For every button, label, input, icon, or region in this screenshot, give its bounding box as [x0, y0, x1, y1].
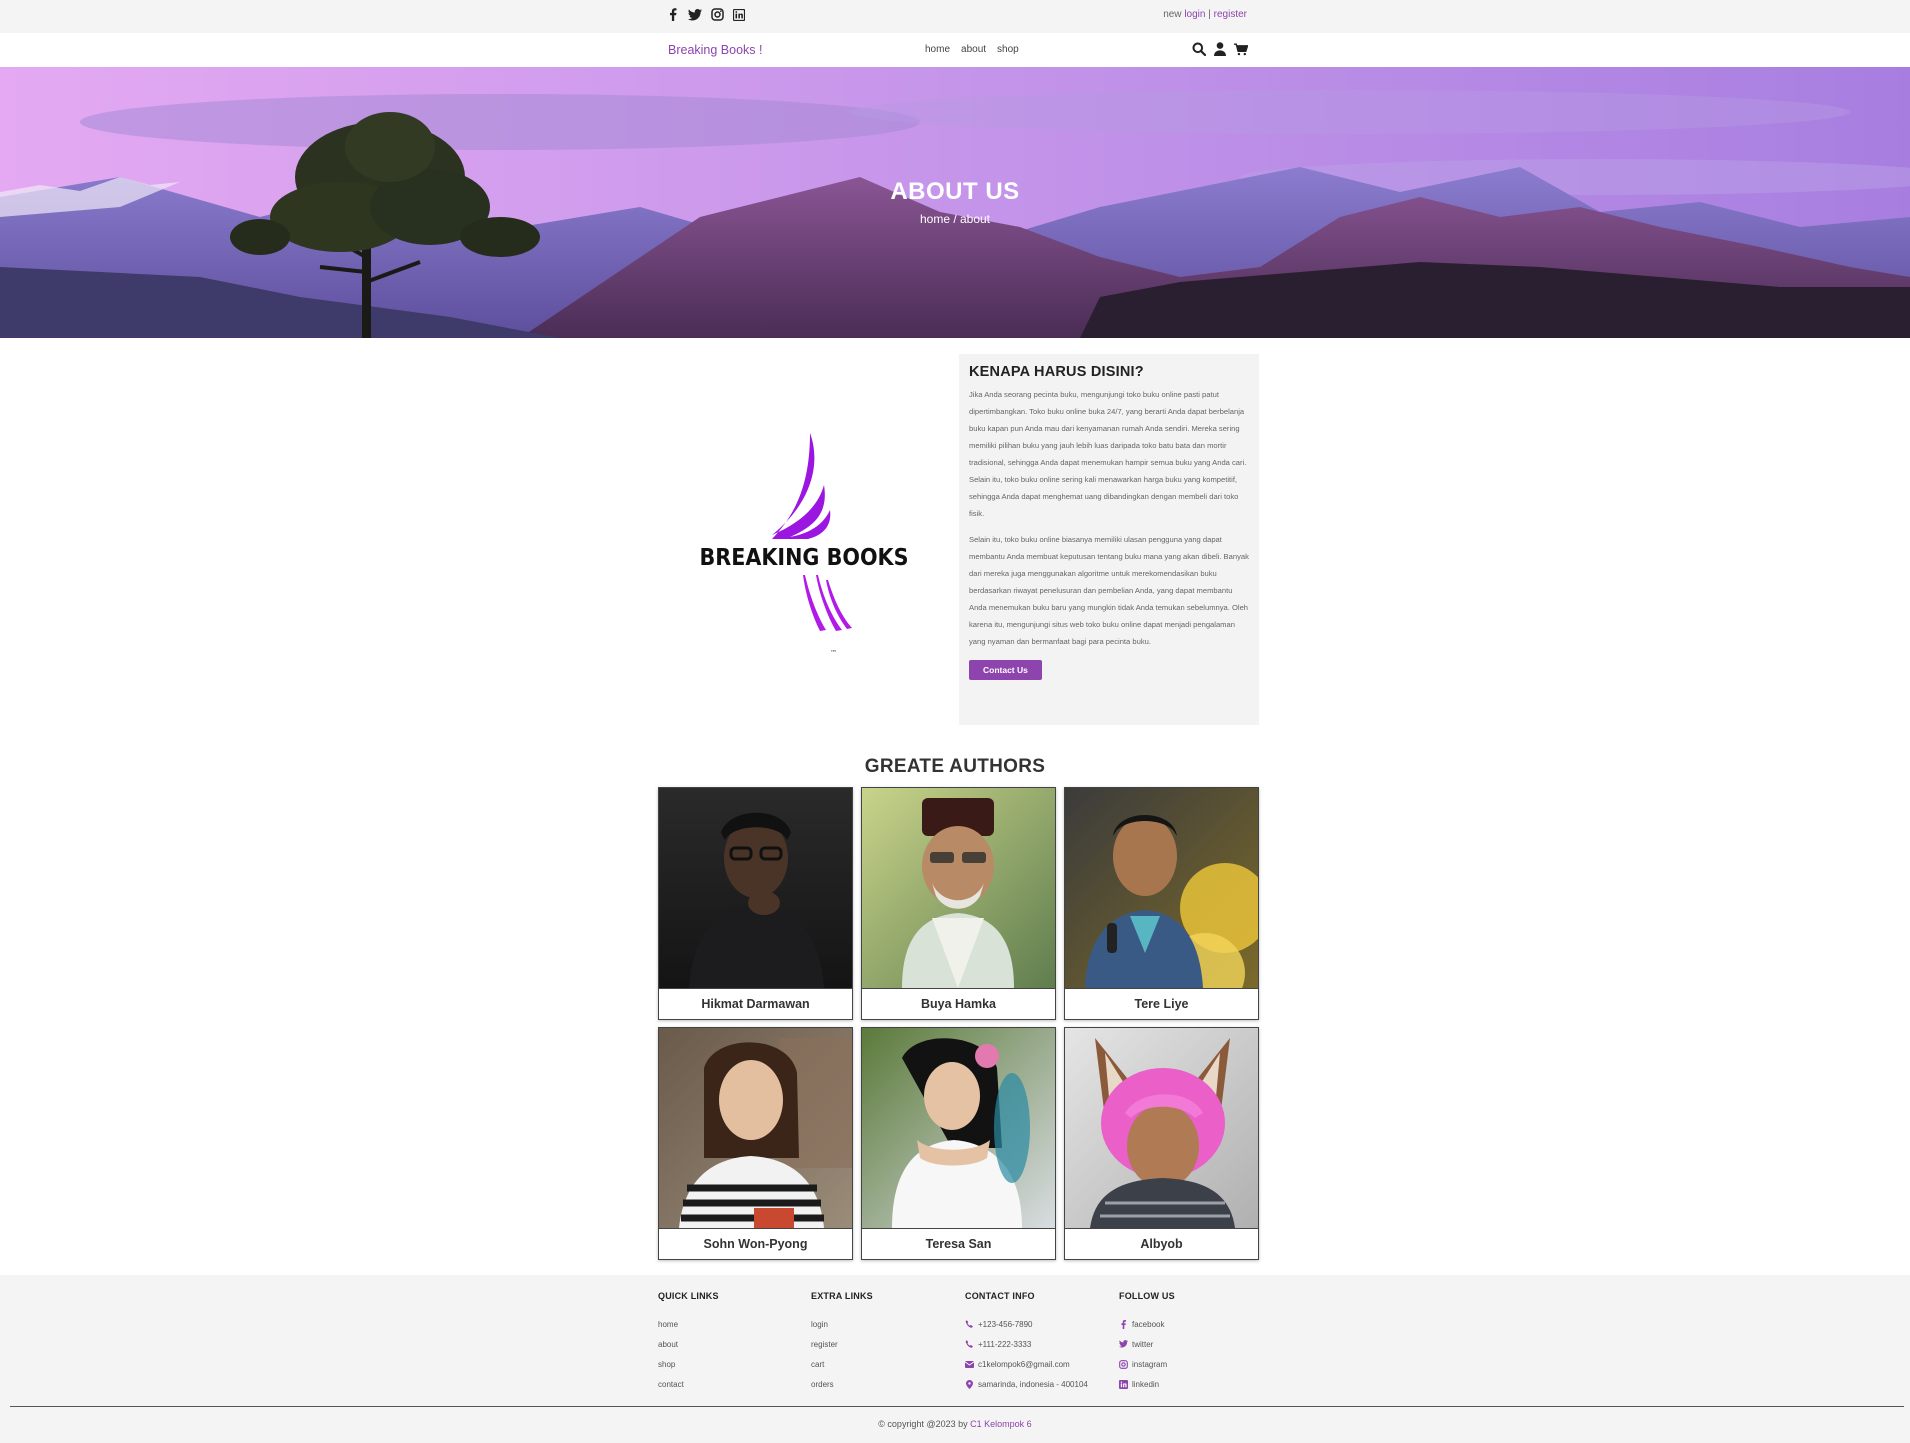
author-photo [862, 788, 1055, 988]
author-photo [659, 1028, 852, 1228]
author-name: Sohn Won-Pyong [659, 1228, 852, 1259]
footer-contact-info: CONTACT INFO +123-456-7890 +111-222-3333… [965, 1291, 1135, 1394]
footer-link-home[interactable]: home [658, 1314, 808, 1334]
why-us-heading: KENAPA HARUS DISINI? [969, 364, 1144, 380]
author-card[interactable]: Teresa San [861, 1027, 1056, 1260]
footer-link-cart[interactable]: cart [811, 1354, 961, 1374]
footer: QUICK LINKS home about shop contact EXTR… [0, 1275, 1910, 1443]
author-photo [1065, 1028, 1258, 1228]
phone-icon [965, 1339, 974, 1349]
footer-twitter[interactable]: twitter [1119, 1334, 1269, 1354]
author-card[interactable]: Albyob [1064, 1027, 1259, 1260]
footer-link-login[interactable]: login [811, 1314, 961, 1334]
footer-phone-1[interactable]: +123-456-7890 [965, 1314, 1135, 1334]
author-name: Buya Hamka [862, 988, 1055, 1019]
footer-address[interactable]: samarinda, indonesia - 400104 [965, 1374, 1135, 1394]
logo-text: BREAKING BOOKS [700, 545, 908, 571]
why-us-paragraph-1: Jika Anda seorang pecinta buku, mengunju… [969, 390, 1247, 518]
footer-link-register[interactable]: register [811, 1334, 961, 1354]
footer-follow-us: FOLLOW US facebook twitter instagram lin… [1119, 1291, 1269, 1394]
copyright-owner[interactable]: C1 Kelompok 6 [970, 1419, 1032, 1429]
author-photo [862, 1028, 1055, 1228]
footer-quick-links: QUICK LINKS home about shop contact [658, 1291, 808, 1394]
address-text: samarinda, indonesia - 400104 [978, 1379, 1088, 1389]
footer-extra-links: EXTRA LINKS login register cart orders [811, 1291, 961, 1394]
author-name: Hikmat Darmawan [659, 988, 852, 1019]
footer-heading: QUICK LINKS [658, 1291, 719, 1301]
email-text: c1kelompok6@gmail.com [978, 1359, 1070, 1369]
footer-email[interactable]: c1kelompok6@gmail.com [965, 1354, 1135, 1374]
twitter-icon[interactable] [688, 7, 702, 22]
linkedin-icon[interactable] [732, 7, 746, 22]
linkedin-text: linkedin [1132, 1379, 1160, 1389]
hero-banner: ABOUT US home / about [0, 67, 1910, 338]
footer-link-orders[interactable]: orders [811, 1374, 961, 1394]
top-bar: new login | register [0, 0, 1910, 33]
copyright-text: © copyright @2023 by [878, 1419, 968, 1429]
login-link[interactable]: login [1184, 9, 1205, 20]
nav-icons [1192, 42, 1248, 56]
authors-heading: GREATE AUTHORS [864, 756, 1046, 777]
auth-separator: | [1208, 9, 1211, 20]
why-us-paragraph-2: Selain itu, toko buku online biasanya me… [969, 535, 1249, 646]
linkedin-icon [1119, 1379, 1128, 1389]
author-name: Tere Liye [1065, 988, 1258, 1019]
twitter-text: twitter [1132, 1339, 1154, 1349]
nav-about[interactable]: about [961, 44, 986, 55]
phone-text: +111-222-3333 [978, 1339, 1032, 1349]
map-marker-icon [965, 1379, 974, 1389]
footer-heading: CONTACT INFO [965, 1291, 1035, 1301]
logo-wing-icon: BREAKING BOOKS ™ [700, 433, 908, 657]
page-title: ABOUT US [890, 178, 1020, 205]
author-name: Teresa San [862, 1228, 1055, 1259]
author-name: Albyob [1065, 1228, 1258, 1259]
register-link[interactable]: register [1214, 9, 1247, 20]
copyright: © copyright @2023 by C1 Kelompok 6 [0, 1419, 1910, 1429]
breadcrumb[interactable]: home / about [0, 212, 1910, 226]
footer-divider [10, 1406, 1904, 1407]
social-links [666, 7, 746, 22]
cart-icon[interactable] [1234, 42, 1248, 56]
user-icon[interactable] [1213, 42, 1227, 56]
footer-heading: EXTRA LINKS [811, 1291, 873, 1301]
footer-instagram[interactable]: instagram [1119, 1354, 1269, 1374]
envelope-icon [965, 1360, 974, 1369]
footer-heading: FOLLOW US [1119, 1291, 1175, 1301]
main-nav: home about shop [925, 44, 1019, 55]
authors-grid: Hikmat Darmawan Buya Hamka Tere Liye Soh… [658, 787, 1259, 1260]
brand-logo[interactable]: Breaking Books ! [668, 43, 763, 57]
why-us-panel: KENAPA HARUS DISINI? Jika Anda seorang p… [959, 354, 1259, 725]
instagram-icon [1119, 1359, 1128, 1369]
navbar: Breaking Books ! home about shop [0, 33, 1910, 67]
footer-facebook[interactable]: facebook [1119, 1314, 1269, 1334]
breaking-books-logo: BREAKING BOOKS ™ [700, 425, 910, 665]
twitter-icon [1119, 1340, 1128, 1349]
facebook-icon[interactable] [666, 7, 680, 22]
nav-shop[interactable]: shop [997, 44, 1019, 55]
nav-home[interactable]: home [925, 44, 950, 55]
auth-links: new login | register [1163, 9, 1247, 20]
footer-link-contact[interactable]: contact [658, 1374, 808, 1394]
facebook-icon [1119, 1319, 1128, 1329]
author-card[interactable]: Hikmat Darmawan [658, 787, 853, 1020]
instagram-icon[interactable] [710, 7, 724, 22]
author-card[interactable]: Tere Liye [1064, 787, 1259, 1020]
phone-text: +123-456-7890 [978, 1319, 1033, 1329]
svg-text:™: ™ [830, 649, 837, 657]
search-icon[interactable] [1192, 42, 1206, 56]
footer-link-shop[interactable]: shop [658, 1354, 808, 1374]
instagram-text: instagram [1132, 1359, 1168, 1369]
author-photo [1065, 788, 1258, 988]
footer-link-about[interactable]: about [658, 1334, 808, 1354]
author-photo [659, 788, 852, 988]
author-card[interactable]: Sohn Won-Pyong [658, 1027, 853, 1260]
facebook-text: facebook [1132, 1319, 1165, 1329]
phone-icon [965, 1319, 974, 1329]
footer-linkedin[interactable]: linkedin [1119, 1374, 1269, 1394]
author-card[interactable]: Buya Hamka [861, 787, 1056, 1020]
auth-prefix: new [1163, 9, 1182, 20]
footer-phone-2[interactable]: +111-222-3333 [965, 1334, 1135, 1354]
contact-us-button[interactable]: Contact Us [969, 660, 1042, 680]
